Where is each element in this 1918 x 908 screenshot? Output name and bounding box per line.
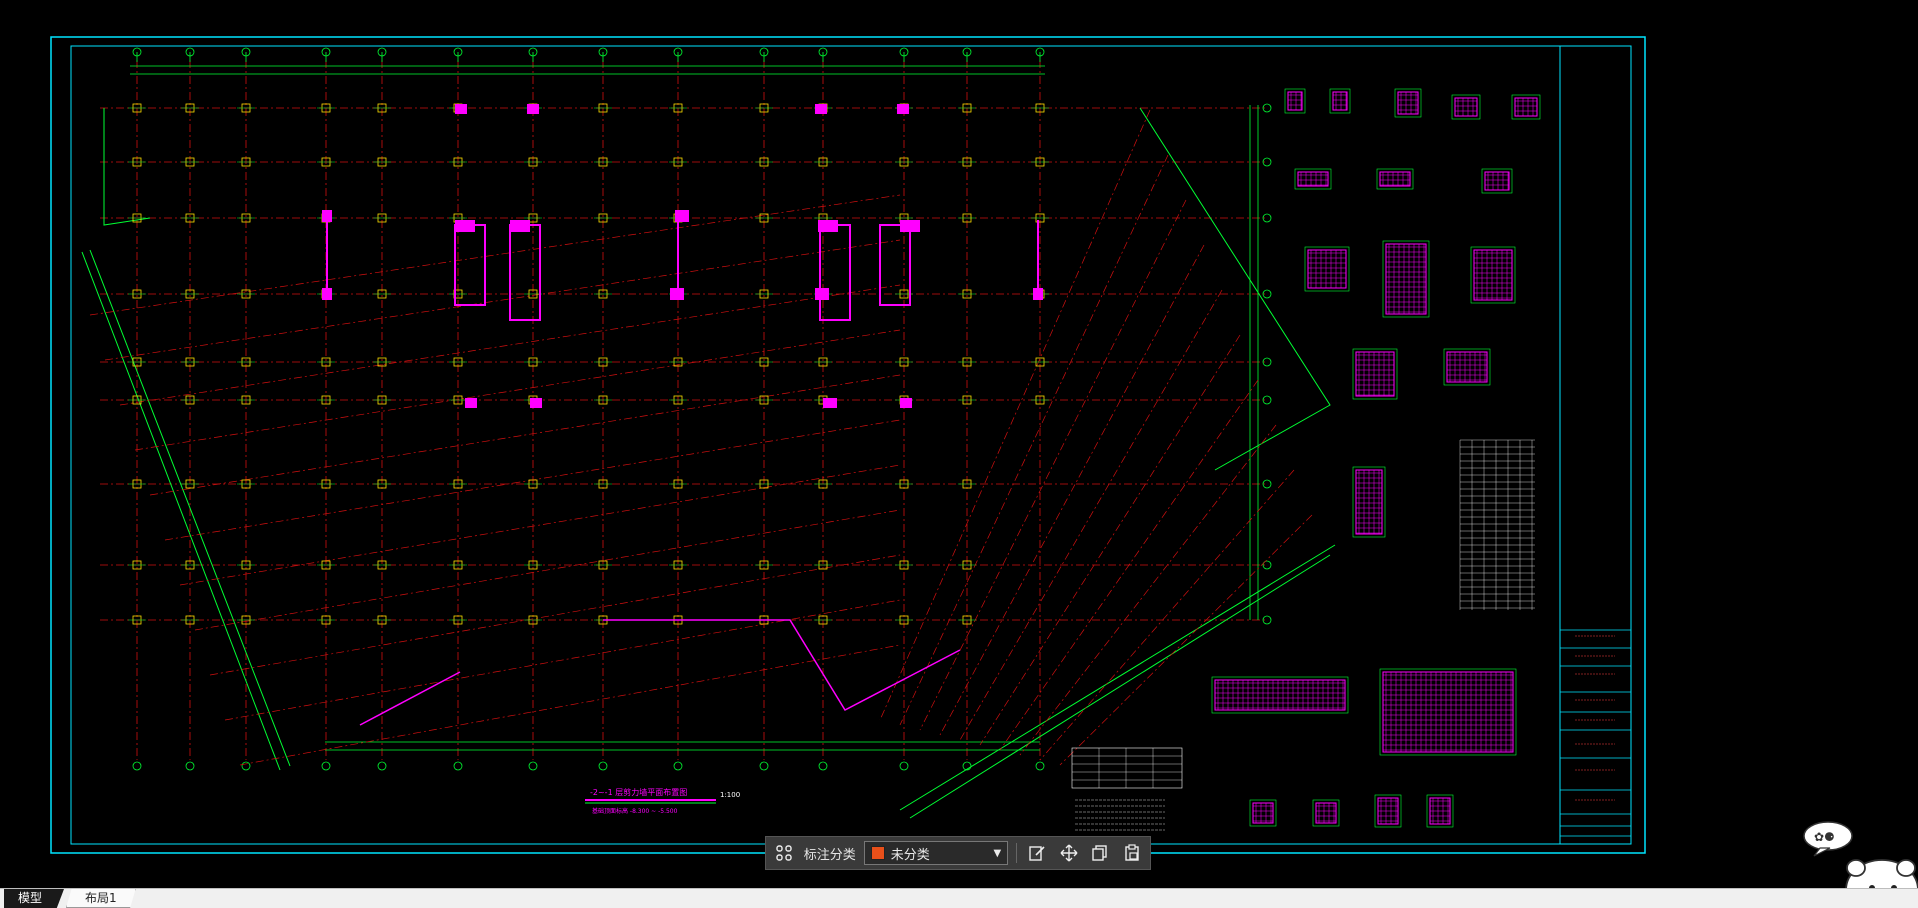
- column-details: [1211, 88, 1541, 828]
- drawing-title-text: -2~-1 层剪力墙平面布置图: [590, 787, 687, 797]
- annotation-toolbar: 标注分类 未分类 ▼: [765, 836, 1151, 870]
- cad-viewer: -2~-1 层剪力墙平面布置图 1:100 基础顶面标高 -8.300 ~ -5…: [0, 0, 1918, 908]
- copy-icon[interactable]: [1089, 841, 1113, 865]
- svg-text:✿⚈: ✿⚈: [1814, 830, 1835, 844]
- category-label: 标注分类: [803, 847, 856, 863]
- paste-icon[interactable]: [1120, 841, 1144, 865]
- chevron-down-icon: ▼: [993, 847, 1002, 859]
- category-select[interactable]: 未分类 ▼: [863, 841, 1009, 865]
- edit-icon[interactable]: [1025, 841, 1049, 865]
- toolbar-divider: [1016, 843, 1018, 863]
- grid-apps-icon[interactable]: [772, 841, 796, 865]
- category-color-swatch: [870, 846, 885, 860]
- move-icon[interactable]: [1057, 841, 1081, 865]
- floor-plan: [81, 47, 1336, 819]
- drawing-title: -2~-1 层剪力墙平面布置图 1:100 基础顶面标高 -8.300 ~ -5…: [585, 787, 740, 815]
- inner-frame: [70, 45, 1632, 845]
- tab-model[interactable]: 模型: [4, 889, 65, 908]
- drawing-canvas[interactable]: -2~-1 层剪力墙平面布置图 1:100 基础顶面标高 -8.300 ~ -5…: [0, 0, 1918, 888]
- drawing-subtitle: 基础顶面标高 -8.300 ~ -5.500: [592, 807, 678, 815]
- tab-layout1[interactable]: 布局1: [66, 889, 136, 908]
- title-block: [1560, 629, 1631, 837]
- layout-tab-bar: 模型 布局1: [0, 888, 1918, 908]
- drawing-title-scale: 1:100: [720, 791, 740, 799]
- notes-table: [1071, 747, 1183, 831]
- category-select-value: 未分类: [890, 847, 930, 863]
- cad-drawing: -2~-1 层剪力墙平面布置图 1:100 基础顶面标高 -8.300 ~ -5…: [50, 36, 1646, 854]
